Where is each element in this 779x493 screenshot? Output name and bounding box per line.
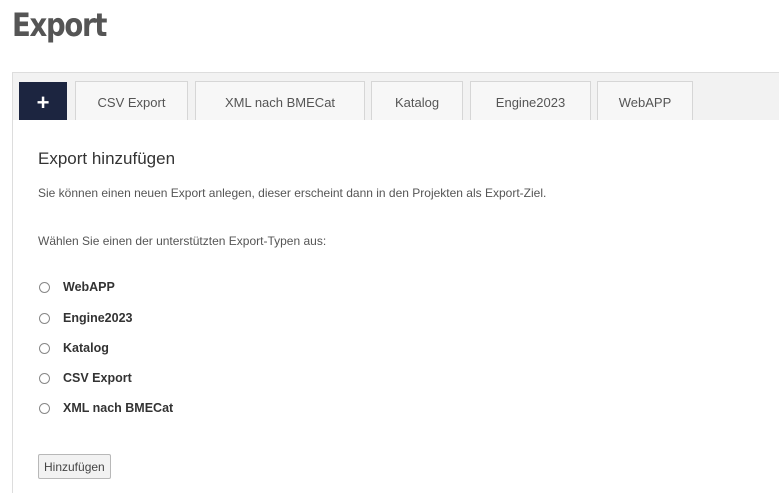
radio-circle-icon[interactable] bbox=[39, 342, 50, 354]
radio-option-webapp[interactable]: WebAPP bbox=[38, 278, 115, 296]
tab-katalog[interactable]: Katalog bbox=[371, 81, 463, 122]
radio-circle-icon[interactable] bbox=[39, 312, 50, 324]
description-text: Sie können einen neuen Export anlegen, d… bbox=[38, 186, 547, 200]
tab-label: CSV Export bbox=[97, 94, 166, 110]
radio-label: Katalog bbox=[63, 341, 109, 355]
radio-circle-icon[interactable] bbox=[39, 281, 50, 293]
radio-label: XML nach BMECat bbox=[63, 401, 174, 415]
tab-label: WebAPP bbox=[618, 94, 672, 110]
add-export-panel: Export hinzufügen Sie können einen neuen… bbox=[12, 120, 779, 493]
radio-label: Engine2023 bbox=[63, 311, 133, 325]
add-button[interactable]: Hinzufügen bbox=[38, 454, 111, 479]
tab-add-export[interactable]: + bbox=[19, 82, 67, 122]
tab-engine2023[interactable]: Engine2023 bbox=[470, 81, 591, 122]
radio-option-katalog[interactable]: Katalog bbox=[38, 339, 109, 357]
radio-circle-icon[interactable] bbox=[39, 372, 50, 384]
tab-label: XML nach BMECat bbox=[224, 94, 336, 110]
section-title: Export hinzufügen bbox=[38, 149, 176, 168]
radio-circle-icon[interactable] bbox=[39, 402, 50, 414]
tab-label: Katalog bbox=[394, 94, 440, 110]
tab-webapp[interactable]: WebAPP bbox=[597, 81, 693, 122]
radio-label: WebAPP bbox=[63, 280, 115, 294]
prompt-text: Wählen Sie einen der unterstützten Expor… bbox=[38, 234, 327, 248]
radio-label: CSV Export bbox=[63, 371, 132, 385]
radio-option-csv-export[interactable]: CSV Export bbox=[38, 369, 132, 387]
tab-csv-export[interactable]: CSV Export bbox=[75, 81, 188, 122]
tab-label: Engine2023 bbox=[495, 94, 566, 110]
tab-xml-nach-bmecat[interactable]: XML nach BMECat bbox=[195, 81, 365, 122]
radio-option-engine2023[interactable]: Engine2023 bbox=[38, 309, 132, 327]
tab-bar: + CSV Export XML nach BMECat Katalog Eng… bbox=[12, 72, 779, 122]
plus-icon: + bbox=[36, 89, 50, 115]
radio-option-xml-nach-bmecat[interactable]: XML nach BMECat bbox=[38, 399, 173, 417]
page-title: Export bbox=[12, 6, 107, 44]
